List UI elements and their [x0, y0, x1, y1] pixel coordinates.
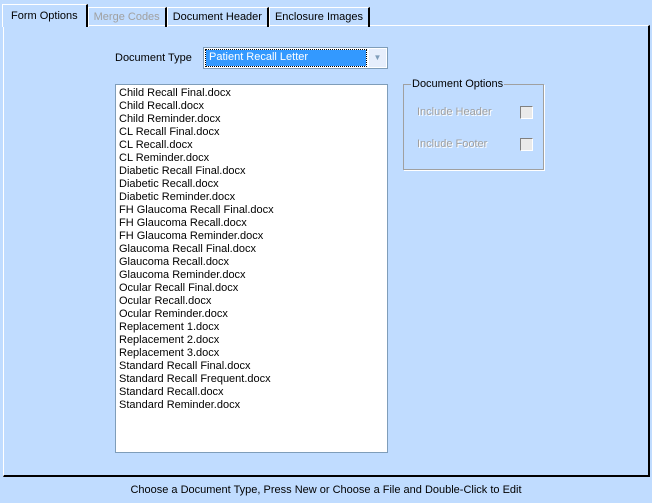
- chevron-down-icon[interactable]: ▼: [369, 49, 386, 67]
- tab-enclosure-images[interactable]: Enclosure Images: [268, 7, 371, 27]
- file-list-item[interactable]: Glaucoma Recall.docx: [119, 256, 387, 269]
- file-list-item[interactable]: Standard Reminder.docx: [119, 399, 387, 412]
- tab-bar: Form Options Merge Codes Document Header…: [2, 4, 371, 27]
- status-bar-text: Choose a Document Type, Press New or Cho…: [130, 484, 522, 496]
- include-header-checkbox[interactable]: [520, 106, 533, 119]
- file-list-item[interactable]: CL Recall.docx: [119, 139, 387, 152]
- file-list-item[interactable]: Diabetic Recall.docx: [119, 178, 387, 191]
- file-list-item[interactable]: Replacement 1.docx: [119, 321, 387, 334]
- file-list-item[interactable]: FH Glaucoma Recall Final.docx: [119, 204, 387, 217]
- document-options-title: Document Options: [411, 78, 505, 90]
- include-footer-checkbox[interactable]: [520, 138, 533, 151]
- file-list-item[interactable]: Standard Recall Frequent.docx: [119, 373, 387, 386]
- file-list-item[interactable]: Diabetic Recall Final.docx: [119, 165, 387, 178]
- file-list-item[interactable]: FH Glaucoma Recall.docx: [119, 217, 387, 230]
- file-list-item[interactable]: Child Recall.docx: [119, 100, 387, 113]
- file-list-item[interactable]: Standard Recall Final.docx: [119, 360, 387, 373]
- file-list-item[interactable]: Replacement 2.docx: [119, 334, 387, 347]
- tab-form-options[interactable]: Form Options: [2, 4, 88, 27]
- file-list-item[interactable]: Diabetic Reminder.docx: [119, 191, 387, 204]
- tab-document-header[interactable]: Document Header: [166, 7, 269, 27]
- document-options-group: Document Options Include Header Include …: [403, 78, 544, 170]
- file-list-item[interactable]: Ocular Recall Final.docx: [119, 282, 387, 295]
- file-list-item[interactable]: Replacement 3.docx: [119, 347, 387, 360]
- file-list-item[interactable]: Child Reminder.docx: [119, 113, 387, 126]
- file-list-item[interactable]: Child Recall Final.docx: [119, 87, 387, 100]
- file-list-item[interactable]: CL Recall Final.docx: [119, 126, 387, 139]
- include-footer-label: Include Footer: [417, 138, 488, 150]
- file-list-item[interactable]: CL Reminder.docx: [119, 152, 387, 165]
- file-list-item[interactable]: Glaucoma Recall Final.docx: [119, 243, 387, 256]
- file-list-item[interactable]: Glaucoma Reminder.docx: [119, 269, 387, 282]
- tab-merge-codes: Merge Codes: [87, 7, 167, 27]
- include-header-label: Include Header: [417, 106, 492, 118]
- file-list-item[interactable]: FH Glaucoma Reminder.docx: [119, 230, 387, 243]
- document-type-value: Patient Recall Letter: [205, 49, 367, 67]
- file-list-item[interactable]: Ocular Recall.docx: [119, 295, 387, 308]
- file-list-item[interactable]: Ocular Reminder.docx: [119, 308, 387, 321]
- document-type-select[interactable]: Patient Recall Letter ▼: [203, 47, 388, 69]
- file-list-item[interactable]: Standard Recall.docx: [119, 386, 387, 399]
- file-list[interactable]: Child Recall Final.docx Child Recall.docx…: [115, 84, 388, 453]
- document-type-label: Document Type: [115, 52, 192, 64]
